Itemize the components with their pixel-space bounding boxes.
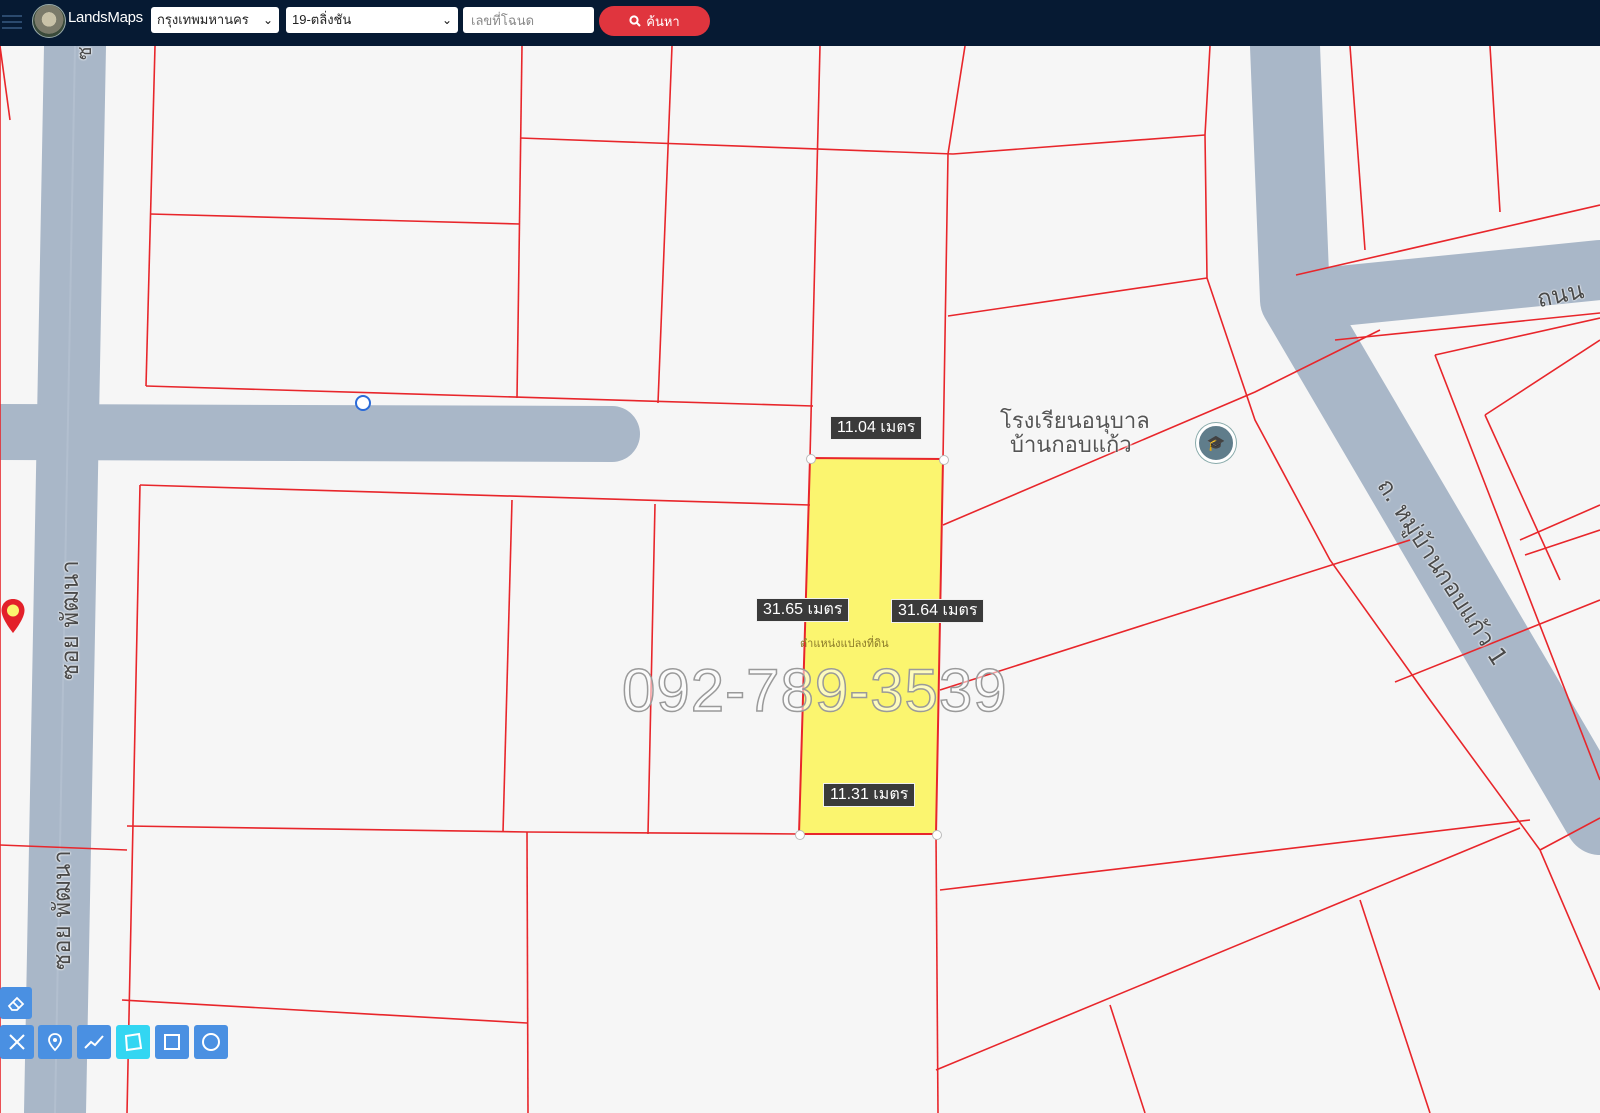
parcel-corner-handle[interactable]: [932, 830, 942, 840]
province-select-value: กรุงเทพมหานคร: [157, 12, 249, 27]
school-label: โรงเรียนอนุบาล บ้านกอบแก้ว: [1000, 410, 1150, 458]
ruler-icon: [9, 1034, 25, 1050]
polyline-tool[interactable]: [77, 1025, 111, 1059]
ruler-tool[interactable]: [0, 1025, 34, 1059]
circle-tool[interactable]: [194, 1025, 228, 1059]
road-label-left-upper: ซอย พัฒนา: [56, 560, 84, 680]
map-canvas[interactable]: 11.04 เมตร 11.31 เมตร 31.65 เมตร 31.64 เ…: [0, 46, 1600, 1113]
province-select[interactable]: กรุงเทพมหานคร ⌄: [151, 7, 279, 33]
search-icon: [629, 15, 641, 27]
top-bar: LandsMaps กรุงเทพมหานคร ⌄ 19-ตลิ่งชัน ⌄ …: [0, 0, 1600, 46]
eraser-icon: [7, 996, 25, 1011]
district-select[interactable]: 19-ตลิ่งชัน ⌄: [286, 7, 458, 33]
parcel-boundaries: [0, 46, 1600, 1113]
map-layer: [0, 46, 1600, 1113]
chevron-down-icon: ⌄: [262, 13, 273, 27]
parcel-bottom-length: 11.31 เมตร: [823, 783, 916, 807]
parcel-name-label: ตำแหน่งแปลงที่ดิน: [800, 638, 889, 650]
parcel-left-length: 31.65 เมตร: [756, 598, 850, 622]
rectangle-tool[interactable]: [155, 1025, 189, 1059]
logo[interactable]: [32, 4, 66, 38]
district-select-value: 19-ตลิ่งชัน: [292, 12, 352, 27]
marker-tool[interactable]: [38, 1025, 72, 1059]
road-branch: [0, 404, 640, 462]
school-label-line2: บ้านกอบแก้ว: [1009, 433, 1132, 458]
menu-icon[interactable]: [0, 11, 24, 33]
brand-name: LandsMaps: [68, 9, 143, 26]
polyline-icon: [84, 1035, 104, 1049]
road-label-top: ซ: [72, 46, 96, 60]
road-label-left-lower: ซอย พัฒนา: [48, 850, 76, 970]
parcel-right-length: 31.64 เมตร: [891, 599, 985, 623]
vertex-handle[interactable]: [355, 395, 371, 411]
pin-icon: [48, 1033, 62, 1052]
parcel-corner-handle[interactable]: [795, 830, 805, 840]
rectangle-icon: [164, 1034, 180, 1050]
school-label-line1: โรงเรียนอนุบาล: [1000, 409, 1150, 434]
phone-watermark: 092-789-3539: [621, 656, 1008, 725]
search-button[interactable]: ค้นหา: [599, 6, 710, 36]
parcel-corner-handle[interactable]: [806, 454, 816, 464]
parcel-top-length: 11.04 เมตร: [830, 416, 923, 440]
road-right: [1250, 46, 1600, 855]
search-button-label: ค้นหา: [646, 13, 680, 29]
location-pin-icon[interactable]: [0, 598, 26, 634]
circle-icon: [202, 1033, 220, 1051]
eraser-tool[interactable]: [0, 987, 32, 1019]
parcel-corner-handle[interactable]: [939, 455, 949, 465]
polygon-tool[interactable]: [116, 1025, 150, 1059]
deed-number-input[interactable]: [463, 7, 594, 33]
chevron-down-icon: ⌄: [441, 13, 452, 27]
school-icon[interactable]: 🎓: [1196, 423, 1236, 463]
roads: [0, 46, 1600, 1113]
polygon-icon: [124, 1032, 143, 1052]
